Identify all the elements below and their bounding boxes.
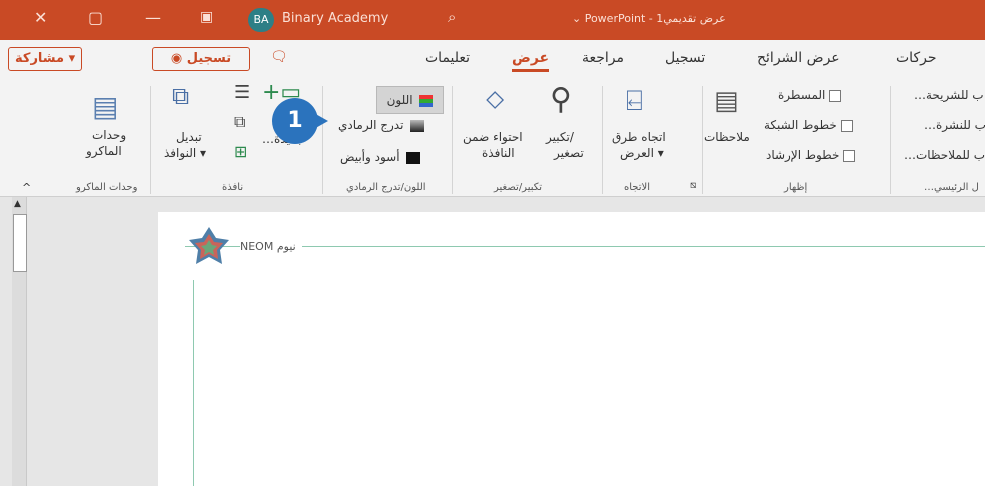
macros-button-line1[interactable]: وحدات <box>92 128 126 142</box>
zoom-group-label: تكبير/تصغير <box>494 182 543 193</box>
gridlines-label: خطوط الشبكة <box>764 118 837 132</box>
switch-windows-icon: ⧉ <box>172 82 190 110</box>
arrange-all-icon[interactable]: ☰ <box>234 82 250 103</box>
avatar[interactable]: BA <box>248 8 274 32</box>
close-window-button[interactable]: ✕ <box>34 8 47 27</box>
ruler-label: المسطرة <box>778 88 826 102</box>
group-divider <box>702 86 703 194</box>
macros-button-line2[interactable]: الماكرو <box>86 144 122 158</box>
step-callout-badge: 1 <box>272 98 318 144</box>
macros-group-label: وحدات الماكرو <box>76 182 138 193</box>
ribbon-display-icon[interactable]: ▣ <box>200 9 213 25</box>
slide-guide-vertical <box>193 280 194 486</box>
tab-record[interactable]: تسجيل <box>665 50 705 66</box>
minimize-window-button[interactable]: — <box>145 8 161 27</box>
search-icon[interactable]: ⌕ <box>448 8 456 26</box>
share-label: مشاركة ▾ <box>15 51 76 66</box>
document-title[interactable]: ⌄ PowerPoint - 1عرض تقديمي <box>572 12 726 25</box>
text-direction-icon: ⍇ <box>626 84 643 117</box>
group-divider <box>890 86 891 194</box>
fit-to-window-icon: ⬦ <box>486 84 505 114</box>
switch-windows-line1[interactable]: تبديل <box>176 130 202 144</box>
direction-line2[interactable]: العرض ▾ <box>620 146 664 160</box>
direction-line1[interactable]: اتجاه طرق <box>612 130 666 144</box>
grayscale-button[interactable]: تدرج الرمادي <box>338 118 425 132</box>
slide-master-button[interactable]: …ب للشريحة <box>914 88 984 102</box>
gridlines-checkbox[interactable]: خطوط الشبكة <box>764 118 853 132</box>
grayscale-icon <box>410 119 425 132</box>
account-name[interactable]: Binary Academy <box>282 11 388 26</box>
guides-check-icon[interactable] <box>843 149 856 162</box>
slide-guide-horizontal <box>185 246 985 247</box>
notes-master-button[interactable]: …ب للملاحظات <box>904 148 985 162</box>
black-white-icon <box>406 151 421 164</box>
scroll-thumb[interactable] <box>13 214 27 272</box>
color-icon <box>419 94 434 107</box>
group-divider <box>150 86 151 194</box>
macros-icon: ▤ <box>92 90 119 123</box>
gridlines-check-icon[interactable] <box>840 119 853 132</box>
color-button[interactable]: اللون <box>376 86 444 114</box>
tab-help[interactable]: تعليمات <box>425 50 470 66</box>
window-group-label: نافذة <box>222 182 244 193</box>
group-divider <box>322 86 323 194</box>
tab-animations[interactable]: حركات <box>896 50 937 66</box>
color-group-label: اللون/تدرج الرمادي <box>346 182 426 193</box>
zoom-line1[interactable]: تكبير/ <box>546 130 574 144</box>
neom-logo-text: NEOM نيوم <box>240 240 302 253</box>
switch-windows-line2[interactable]: النوافذ ▾ <box>164 146 206 160</box>
ribbon-tab-row: مشاركة ▾ ◉ تسجيل 🗨 تعليمات عرض مراجعة تس… <box>0 40 985 78</box>
handout-master-button[interactable]: …ب للنشرة <box>924 118 985 132</box>
black-white-button[interactable]: أسود وأبيض <box>340 150 421 164</box>
slide-canvas[interactable] <box>158 212 985 486</box>
collapse-ribbon-icon[interactable]: ^ <box>22 181 31 194</box>
tab-view[interactable]: عرض <box>512 50 550 72</box>
record-button[interactable]: ◉ تسجيل <box>152 47 250 71</box>
notes-button[interactable]: ملاحظات <box>704 130 750 144</box>
zoom-line2[interactable]: تصغير <box>554 146 584 160</box>
tab-slideshow[interactable]: عرض الشرائح <box>757 50 840 66</box>
tab-review[interactable]: مراجعة <box>582 50 624 66</box>
show-group-label: إظهار <box>784 182 808 193</box>
ruler-checkbox[interactable]: المسطرة <box>778 88 842 102</box>
share-button[interactable]: مشاركة ▾ <box>8 47 83 71</box>
comments-icon[interactable]: 🗨 <box>270 49 288 65</box>
black-white-label: أسود وأبيض <box>340 150 400 164</box>
direction-group-label: الاتجاه <box>624 182 651 193</box>
neom-logo-icon <box>189 227 229 264</box>
fit-window-line1[interactable]: احتواء ضمن <box>463 130 523 144</box>
zoom-icon: ⚲ <box>550 82 572 117</box>
guides-checkbox[interactable]: خطوط الإرشاد <box>766 148 856 162</box>
dialog-launcher-icon[interactable]: ⧅ <box>690 180 696 191</box>
notes-icon: ▤ <box>714 86 739 116</box>
move-split-icon[interactable]: ⊞ <box>234 142 247 161</box>
ruler-check-icon[interactable] <box>829 89 842 102</box>
master-views-group-label: …ل الرئيسي <box>924 182 979 193</box>
guides-label: خطوط الإرشاد <box>766 148 840 162</box>
group-divider <box>452 86 453 194</box>
cascade-icon[interactable]: ⧉ <box>234 112 245 132</box>
group-divider <box>602 86 603 194</box>
grayscale-label: تدرج الرمادي <box>338 118 404 132</box>
color-label: اللون <box>386 93 413 107</box>
scroll-up-icon[interactable]: ▲ <box>14 199 21 209</box>
record-label: ◉ تسجيل <box>170 51 232 66</box>
fit-window-line2[interactable]: النافذة <box>482 146 515 160</box>
ribbon: ^ ▤ وحدات الماكرو وحدات الماكرو ⧉ تبديل … <box>0 78 985 197</box>
title-bar: ✕ ▢ — ▣ BA Binary Academy ⌕ ⌄ PowerPoint… <box>0 0 985 40</box>
restore-window-button[interactable]: ▢ <box>88 8 103 27</box>
